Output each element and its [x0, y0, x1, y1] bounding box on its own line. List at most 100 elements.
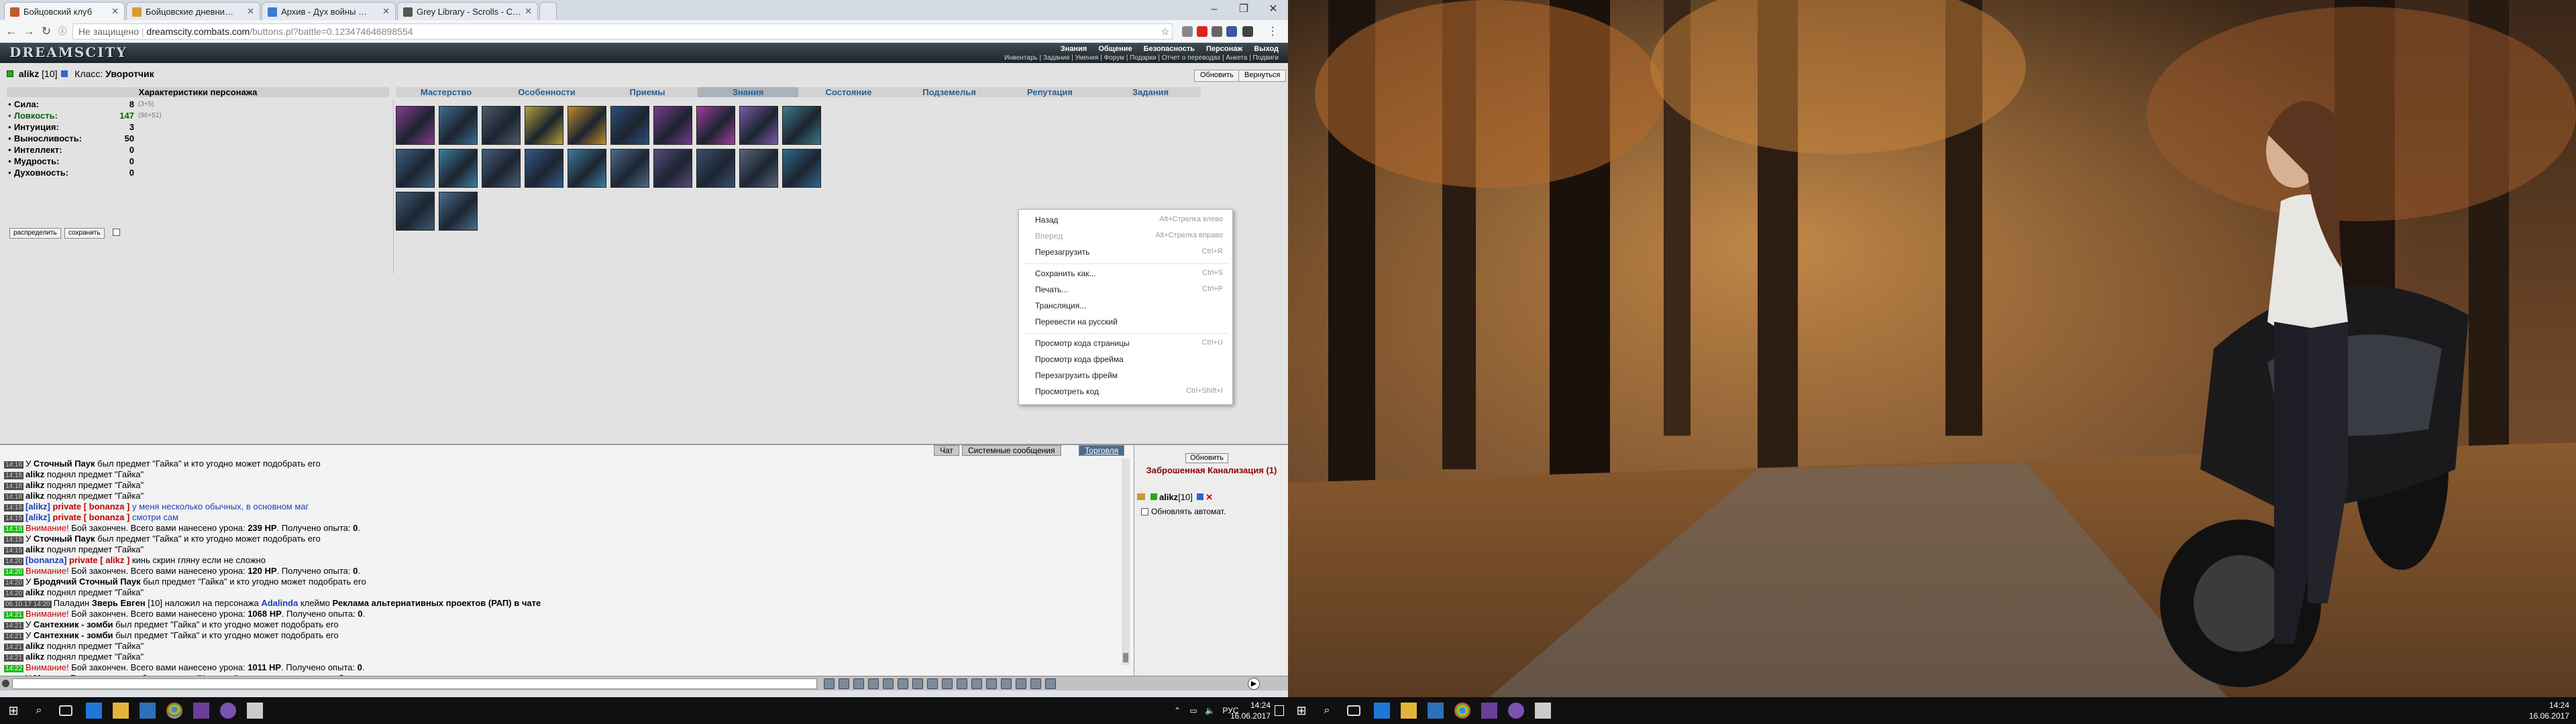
scroll-item-icon[interactable]: [396, 192, 435, 231]
browser-tab-3[interactable]: Архив - Дух войны … ✕: [262, 2, 396, 20]
scroll-item-icon[interactable]: [696, 149, 735, 188]
skill-tab[interactable]: Подземелья: [899, 87, 1000, 97]
context-menu-item[interactable]: Перезагрузить фрейм: [1035, 371, 1223, 383]
close-window-icon[interactable]: ✕: [1258, 0, 1288, 20]
save-button[interactable]: сохранить: [64, 228, 105, 239]
explorer-icon[interactable]: [1401, 703, 1417, 719]
search-icon[interactable]: ⌕: [31, 703, 47, 719]
explorer-icon[interactable]: [113, 703, 129, 719]
app-icon[interactable]: [1481, 703, 1497, 719]
context-menu-item[interactable]: Назад Alt+Стрелка влево: [1035, 215, 1223, 227]
maximize-icon[interactable]: ❐: [1229, 0, 1258, 20]
context-menu-item[interactable]: Просмотр кода фрейма: [1035, 355, 1223, 367]
chat-text[interactable]: [bonanza]: [25, 555, 66, 565]
chat-timestamp[interactable]: 14:19: [4, 504, 24, 511]
chat-tool-icon[interactable]: [824, 678, 835, 689]
chat-tool-icon[interactable]: [912, 678, 923, 689]
task-view-icon[interactable]: [59, 705, 72, 716]
chrome-icon[interactable]: [166, 703, 182, 719]
chat-tool-icon[interactable]: [1030, 678, 1041, 689]
chat-timestamp[interactable]: 14:19: [4, 526, 24, 533]
distribute-button[interactable]: распределить: [9, 228, 61, 239]
chat-text[interactable]: [alikz]: [25, 501, 50, 511]
bookmark-star-icon[interactable]: ☆: [1158, 24, 1173, 39]
skill-tab[interactable]: Мастерство: [396, 87, 496, 97]
chat-timestamp[interactable]: 14:20: [4, 579, 24, 587]
chat-scrollbar[interactable]: [1122, 459, 1130, 665]
chat-text[interactable]: private [ alikz ]: [66, 555, 129, 565]
context-menu-item[interactable]: Перевести на русский: [1035, 317, 1223, 329]
chat-tab-system[interactable]: Системные сообщения: [962, 445, 1061, 456]
chat-timestamp[interactable]: 14:21: [4, 633, 24, 640]
skill-tab[interactable]: Приемы: [597, 87, 698, 97]
viber-icon[interactable]: [220, 703, 236, 719]
chevron-up-icon[interactable]: ⌃: [1174, 706, 1181, 715]
chat-tab-chat[interactable]: Чат: [934, 445, 959, 456]
chat-text[interactable]: private [ bonanza ]: [50, 501, 129, 511]
chat-timestamp[interactable]: 14:21: [4, 611, 24, 619]
edge-icon[interactable]: [1374, 703, 1390, 719]
scroll-item-icon[interactable]: [782, 106, 821, 145]
chat-tool-icon[interactable]: [942, 678, 953, 689]
scroll-item-icon[interactable]: [696, 106, 735, 145]
reload-icon[interactable]: ↻: [39, 24, 54, 39]
scroll-item-icon[interactable]: [610, 106, 649, 145]
refresh-button[interactable]: Обновить: [1194, 70, 1240, 82]
chat-text[interactable]: Adalinda: [261, 598, 298, 608]
back-button[interactable]: Вернуться: [1238, 70, 1287, 82]
context-menu-item[interactable]: Просмотр кода страницы Ctrl+U: [1035, 339, 1223, 351]
scroll-thumb[interactable]: [1123, 653, 1128, 662]
extension-icon[interactable]: [1226, 26, 1237, 37]
chat-timestamp[interactable]: 14:19: [4, 536, 24, 544]
auto-refresh-checkbox[interactable]: [1141, 508, 1148, 516]
notifications-icon[interactable]: [1275, 705, 1284, 716]
stats-checkbox[interactable]: [113, 229, 120, 236]
chat-tool-icon[interactable]: [927, 678, 938, 689]
chat-timestamp[interactable]: 14:18: [4, 493, 24, 501]
browser-tab-2[interactable]: Бойцовские дневни… ✕: [126, 2, 260, 20]
scroll-item-icon[interactable]: [653, 106, 692, 145]
close-tab-icon[interactable]: ✕: [382, 6, 390, 17]
chat-timestamp[interactable]: 14:20: [4, 568, 24, 576]
new-tab-button[interactable]: [539, 2, 557, 20]
chat-input[interactable]: [12, 678, 817, 689]
scroll-item-icon[interactable]: [568, 106, 606, 145]
scroll-item-icon[interactable]: [739, 149, 778, 188]
menu-communication[interactable]: Общение: [1098, 45, 1132, 53]
scroll-item-icon[interactable]: [568, 149, 606, 188]
scroll-item-icon[interactable]: [482, 106, 521, 145]
context-menu-item[interactable]: Трансляция...: [1035, 301, 1223, 313]
scroll-item-icon[interactable]: [396, 106, 435, 145]
close-tab-icon[interactable]: ✕: [111, 6, 119, 17]
edge-icon[interactable]: [86, 703, 102, 719]
photos-icon[interactable]: [247, 703, 263, 719]
skill-tab[interactable]: Задания: [1100, 87, 1201, 97]
chat-tool-icon[interactable]: [839, 678, 849, 689]
chat-tool-icon[interactable]: [883, 678, 894, 689]
scroll-item-icon[interactable]: [439, 192, 478, 231]
chat-timestamp[interactable]: 14:21: [4, 654, 24, 662]
close-tab-icon[interactable]: ✕: [525, 6, 532, 17]
sub-menu[interactable]: Инвентарь | Задания | Умения | Форум | П…: [1004, 54, 1279, 62]
chat-timestamp[interactable]: 14:18: [4, 472, 24, 479]
chat-tool-icon[interactable]: [853, 678, 864, 689]
windows-start-icon[interactable]: ⊞: [1293, 703, 1309, 719]
skill-tab[interactable]: Особенности: [496, 87, 597, 97]
info-icon[interactable]: [61, 70, 68, 77]
chat-tool-icon[interactable]: [1001, 678, 1012, 689]
scroll-item-icon[interactable]: [653, 149, 692, 188]
context-menu-item[interactable]: Просмотреть код Ctrl+Shift+I: [1035, 387, 1223, 399]
menu-icon[interactable]: ⋮: [1265, 24, 1280, 39]
extension-icon[interactable]: [1182, 26, 1193, 37]
task-view-icon[interactable]: [1347, 705, 1360, 716]
chat-tool-icon[interactable]: [971, 678, 982, 689]
forward-icon[interactable]: →: [21, 24, 36, 39]
extension-icon[interactable]: [1242, 26, 1253, 37]
scroll-item-icon[interactable]: [739, 106, 778, 145]
store-icon[interactable]: [140, 703, 156, 719]
chat-tool-icon[interactable]: [957, 678, 967, 689]
menu-knowledge[interactable]: Знания: [1061, 45, 1087, 53]
chat-tab-trade[interactable]: Торговля: [1079, 445, 1125, 456]
scroll-item-icon[interactable]: [439, 149, 478, 188]
info-icon[interactable]: [1196, 493, 1203, 500]
